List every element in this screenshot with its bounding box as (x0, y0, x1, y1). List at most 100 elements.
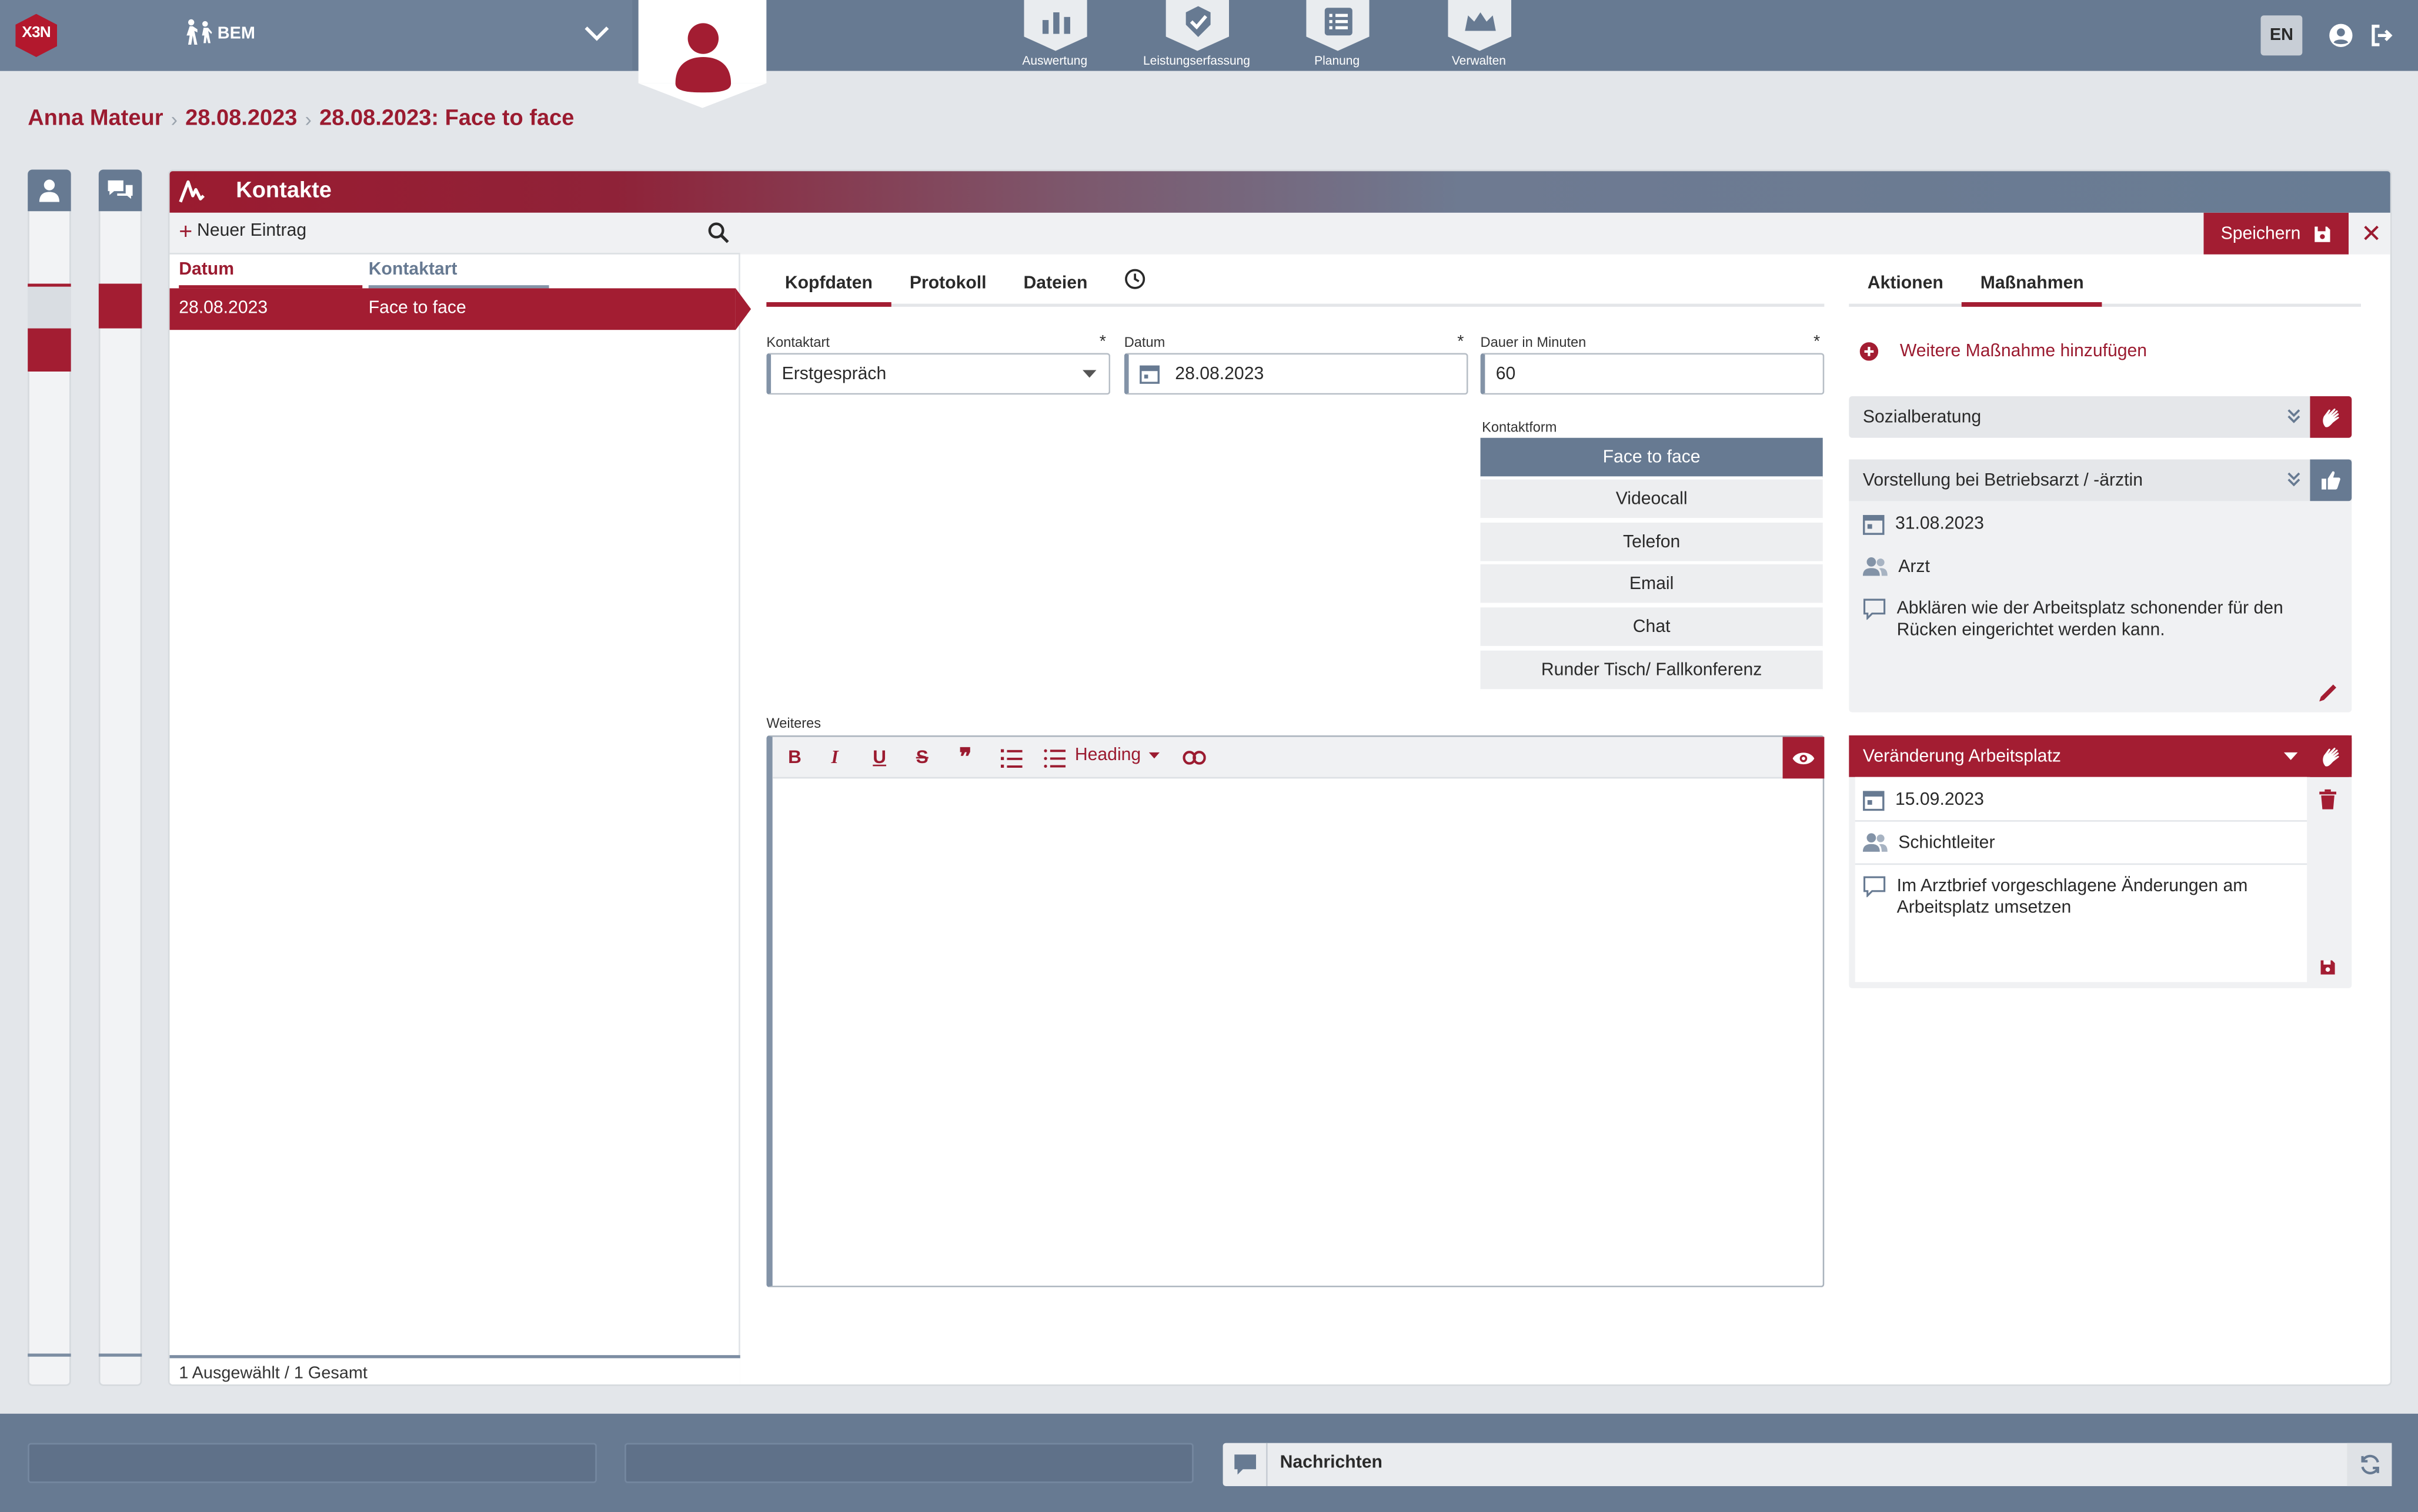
chart-bars-icon (1024, 0, 1087, 51)
chevron-right-icon: › (171, 107, 178, 131)
breadcrumb-item[interactable]: 28.08.2023 (185, 106, 297, 131)
italic-icon[interactable]: I (831, 746, 839, 769)
nav-planung[interactable]: Planung (1283, 0, 1391, 71)
panel-header (169, 171, 2390, 213)
floppy-disk-icon[interactable] (2319, 959, 2336, 976)
nav-leistungserfassung[interactable]: Leistungserfassung (1143, 0, 1251, 71)
bold-icon[interactable]: B (788, 746, 801, 768)
ordered-list-icon[interactable] (1000, 749, 1023, 768)
heading-dropdown[interactable]: Heading (1075, 746, 1160, 765)
bullet-list-icon[interactable] (1044, 749, 1066, 768)
kontakte-panel: Kontakte + Neuer Eintrag Datum Kontaktar… (168, 169, 2392, 1386)
kontaktform-option-chat[interactable]: Chat (1480, 607, 1823, 648)
messages-label: Nachrichten (1280, 1453, 1382, 1473)
walking-persons-icon (183, 18, 214, 46)
massnahme-card[interactable]: Veränderung Arbeitsplatz 15.09.2023 Schi… (1849, 735, 2352, 988)
double-chevron-down-icon[interactable] (2287, 471, 2301, 487)
nav-label: Leistungserfassung (1143, 53, 1250, 68)
calendar-icon (1863, 791, 1885, 811)
thumbs-up-icon[interactable] (2310, 459, 2352, 501)
add-massnahme-button[interactable]: Weitere Maßnahme hinzufügen (1859, 342, 2147, 361)
users-icon (1862, 833, 1888, 852)
tab-kopfdaten[interactable]: Kopfdaten (766, 275, 891, 307)
tab-dateien[interactable]: Dateien (1005, 275, 1106, 307)
hand-wave-icon[interactable] (2310, 735, 2352, 777)
new-entry-button[interactable]: + Neuer Eintrag (179, 220, 306, 243)
tab-history[interactable] (1106, 268, 1165, 307)
trash-icon[interactable] (2319, 789, 2337, 809)
caret-down-icon[interactable] (2283, 752, 2298, 760)
massnahme-date: 15.09.2023 (1895, 791, 1984, 809)
kontaktform-option-runder-tisch[interactable]: Runder Tisch/ Fallkonferenz (1480, 650, 1823, 691)
check-shield-icon (1165, 0, 1230, 51)
massnahme-comment-line: Rücken eingerichtet werden kann. (1896, 621, 2165, 640)
dauer-field[interactable]: 60 (1480, 353, 1825, 395)
footer-bar: Nachrichten (0, 1413, 2418, 1512)
refresh-icon (2360, 1454, 2379, 1474)
datum-field[interactable]: 28.08.2023 (1124, 353, 1468, 395)
tab-massnahmen[interactable]: Maßnahmen (1962, 275, 2103, 307)
tab-protokoll[interactable]: Protokoll (891, 275, 1005, 307)
column-header-kontaktart[interactable]: Kontaktart (368, 260, 549, 289)
search-icon[interactable] (708, 222, 730, 244)
table-row[interactable]: 28.08.2023 Face to face (169, 288, 736, 330)
messages-bar[interactable]: Nachrichten (1223, 1443, 2392, 1487)
pencil-icon[interactable] (2318, 681, 2340, 703)
logout-icon[interactable] (2369, 23, 2393, 48)
kontaktform-option-telefon[interactable]: Telefon (1480, 523, 1823, 563)
preview-button[interactable] (1782, 737, 1825, 779)
nav-auswertung[interactable]: Auswertung (1001, 0, 1109, 71)
massnahme-person-row[interactable]: Schichtleiter (1849, 832, 2009, 854)
massnahme-title: Vorstellung bei Betriebsarzt / -ärztin (1862, 471, 2143, 490)
column-header-datum[interactable]: Datum (179, 260, 363, 289)
user-account-icon[interactable] (2329, 23, 2353, 48)
breadcrumb-item[interactable]: Anna Mateur (28, 106, 163, 131)
right-tabs: Aktionen Maßnahmen (1849, 273, 2361, 307)
person-icon (39, 179, 59, 202)
massnahme-card[interactable]: Vorstellung bei Betriebsarzt / -ärztin 3… (1849, 459, 2352, 712)
kontaktform-option-face-to-face[interactable]: Face to face (1480, 437, 1823, 478)
dauer-label: Dauer in Minuten (1480, 334, 1587, 350)
dauer-value: 60 (1495, 364, 1516, 383)
underline-icon[interactable]: U (873, 746, 886, 768)
divider (1266, 1443, 1268, 1487)
activity-pulse-icon (179, 179, 206, 205)
module-switcher[interactable] (0, 0, 633, 71)
required-mark: * (1814, 333, 1821, 352)
nav-label: Verwalten (1451, 53, 1506, 68)
massnahme-date-row[interactable]: 15.09.2023 (1849, 790, 1998, 811)
rail-item-active[interactable] (28, 328, 71, 372)
kontaktart-select[interactable]: Erstgespräch (766, 353, 1111, 395)
list-toolbar: + Neuer Eintrag (169, 212, 740, 255)
kontaktform-option-videocall[interactable]: Videocall (1480, 479, 1823, 520)
kontaktform-option-email[interactable]: Email (1480, 564, 1823, 604)
rail-item-active[interactable] (98, 283, 142, 329)
rail-footer-line (28, 1353, 71, 1357)
tab-aktionen[interactable]: Aktionen (1849, 275, 1962, 307)
refresh-button[interactable] (2347, 1443, 2392, 1487)
language-button[interactable]: EN (2260, 15, 2303, 56)
selection-count: 1 Ausgewählt / 1 Gesamt (169, 1355, 740, 1384)
massnahme-card[interactable]: Sozialberatung (1849, 396, 2352, 438)
massnahme-comment-row[interactable]: Im Arztbrief vorgeschlagene Änderungen a… (1849, 876, 2262, 919)
chevron-down-icon[interactable] (583, 25, 610, 43)
double-chevron-down-icon[interactable] (2287, 409, 2301, 424)
blockquote-icon[interactable]: ❞ (959, 743, 971, 771)
hand-wave-icon[interactable] (2310, 396, 2352, 438)
strikethrough-icon[interactable]: S (916, 746, 929, 768)
save-button[interactable]: Speichern (2203, 212, 2349, 255)
massnahme-person: Arzt (1898, 558, 1930, 577)
link-icon[interactable] (1183, 751, 1206, 765)
comments-rail-header[interactable] (98, 169, 142, 212)
person-rail-header[interactable] (28, 169, 71, 212)
massnahme-comment-line: Abklären wie der Arbeitsplatz schonender… (1896, 600, 2283, 618)
rail-item[interactable] (28, 286, 71, 329)
caret-down-icon (1148, 752, 1160, 759)
kontaktart-value: Erstgespräch (781, 364, 887, 383)
weiteres-editor[interactable]: B I U S ❞ Heading (766, 735, 1825, 1287)
kontakte-list: + Neuer Eintrag Datum Kontaktart 28.08.2… (169, 212, 752, 1384)
massnahme-header: Sozialberatung (1849, 396, 2352, 438)
nav-verwalten[interactable]: Verwalten (1425, 0, 1533, 71)
cell-kontaktart: Face to face (368, 299, 466, 318)
close-button[interactable]: ✕ (2361, 219, 2382, 249)
